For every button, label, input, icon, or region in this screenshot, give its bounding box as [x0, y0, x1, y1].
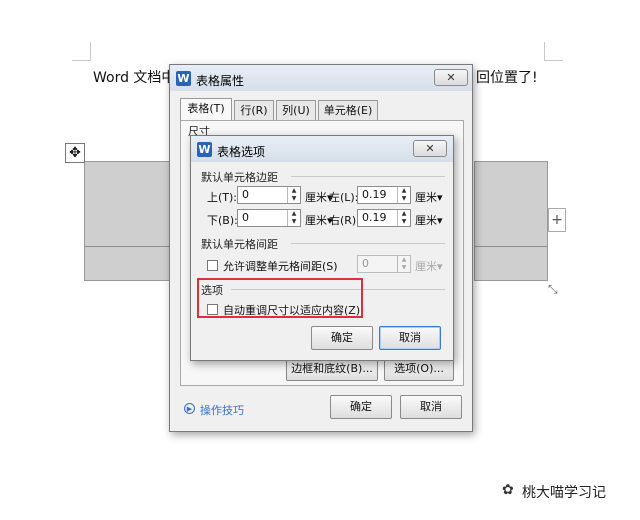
wps-app-icon: W: [176, 71, 191, 86]
default-margins-label: 默认单元格边距: [201, 171, 278, 184]
page-corner-top-right: [544, 42, 563, 61]
bottom-margin-value: 0: [242, 211, 249, 224]
bottom-margin-label: 下(B):: [207, 214, 238, 227]
table-row-divider-right: [474, 246, 548, 247]
left-margin-stepper[interactable]: ▲ ▼: [397, 187, 410, 203]
spacing-input[interactable]: 0 ▲ ▼: [357, 255, 411, 273]
allow-spacing-label[interactable]: 允许调整单元格间距(S): [223, 258, 338, 274]
table-options-dialog: W 表格选项 ✕ 默认单元格边距 上(T): 0 ▲ ▼ 厘米▾ 左(L): 0.…: [190, 135, 454, 361]
spacing-separator: [291, 243, 445, 244]
right-margin-input[interactable]: 0.19 ▲ ▼: [357, 209, 411, 227]
right-margin-value: 0.19: [362, 211, 387, 224]
right-margin-unit[interactable]: 厘米▾: [415, 212, 443, 228]
document-table-left[interactable]: [84, 161, 170, 281]
table-options-title: 表格选项: [217, 145, 266, 159]
left-margin-input[interactable]: 0.19 ▲ ▼: [357, 186, 411, 204]
autofit-highlight-box: [197, 278, 363, 318]
allow-spacing-checkbox[interactable]: [207, 260, 218, 271]
tab-column[interactable]: 列(U): [276, 100, 316, 120]
document-table-right[interactable]: [474, 161, 548, 281]
top-margin-value: 0: [242, 188, 249, 201]
table-options-ok-button[interactable]: 确定: [311, 326, 373, 350]
wps-app-icon: W: [197, 142, 212, 157]
bottom-margin-stepper[interactable]: ▲ ▼: [287, 210, 300, 226]
right-margin-label: 右(R):: [329, 214, 360, 227]
table-properties-ok-button[interactable]: 确定: [330, 395, 392, 419]
table-options-cancel-button[interactable]: 取消: [379, 326, 441, 350]
table-properties-cancel-button[interactable]: 取消: [400, 395, 462, 419]
tab-cell[interactable]: 单元格(E): [318, 100, 378, 120]
operation-tips-link[interactable]: 操作技巧: [200, 402, 244, 418]
document-text-right: 回位置了!: [476, 70, 538, 86]
margins-separator: [291, 176, 445, 177]
left-margin-label: 左(L):: [329, 191, 359, 204]
left-margin-unit[interactable]: 厘米▾: [415, 189, 443, 205]
document-text-left: Word 文档中: [93, 70, 176, 86]
wechat-icon: ✿: [502, 482, 514, 498]
table-resize-icon[interactable]: ⤡: [548, 282, 562, 296]
left-margin-value: 0.19: [362, 188, 387, 201]
spacing-value: 0: [362, 257, 369, 270]
watermark-text: 桃大喵学习记: [522, 485, 606, 501]
play-icon: ▶: [184, 403, 195, 414]
spacing-unit[interactable]: 厘米▾: [415, 258, 443, 274]
bottom-margin-input[interactable]: 0 ▲ ▼: [237, 209, 301, 227]
top-margin-stepper[interactable]: ▲ ▼: [287, 187, 300, 203]
tab-table[interactable]: 表格(T): [180, 98, 232, 120]
add-column-icon[interactable]: +: [548, 208, 566, 232]
default-spacing-label: 默认单元格间距: [201, 238, 278, 251]
page-corner-top-left: [72, 42, 91, 61]
spacing-stepper[interactable]: ▲ ▼: [397, 256, 410, 272]
table-properties-title: 表格属性: [196, 74, 245, 88]
right-margin-stepper[interactable]: ▲ ▼: [397, 210, 410, 226]
tab-row[interactable]: 行(R): [234, 100, 274, 120]
table-move-icon[interactable]: ✥: [65, 143, 85, 163]
table-row-divider-left: [84, 246, 170, 247]
table-options-close-button[interactable]: ✕: [413, 140, 447, 157]
top-margin-input[interactable]: 0 ▲ ▼: [237, 186, 301, 204]
table-properties-close-button[interactable]: ✕: [434, 69, 468, 86]
top-margin-label: 上(T):: [207, 191, 238, 204]
